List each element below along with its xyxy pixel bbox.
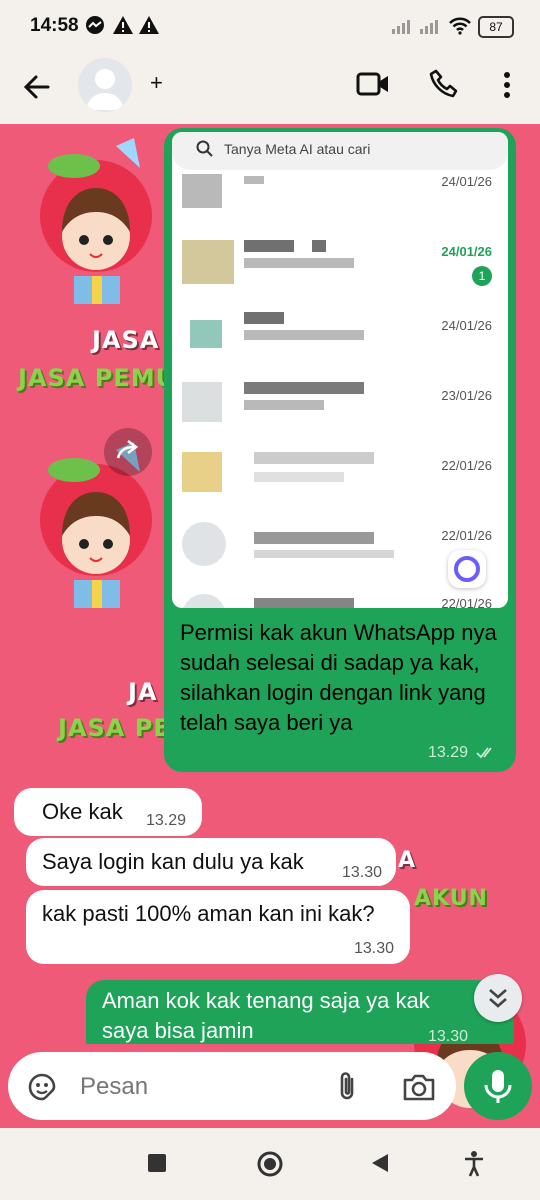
message-text: Permisi kak akun WhatsApp nya sudah sele…: [180, 620, 497, 735]
voice-call-icon[interactable]: [428, 68, 460, 100]
sticker-text: JASA PE: [58, 714, 171, 742]
double-chevron-down-icon: [489, 989, 507, 1008]
screenshot-search-bar: Tanya Meta AI atau cari: [172, 132, 508, 170]
sticker-text: A: [398, 848, 417, 873]
battery-icon: 87: [478, 16, 514, 38]
message-time: 13.29: [428, 744, 469, 761]
messenger-notification-icon: [86, 16, 104, 34]
attachment-icon[interactable]: [334, 1069, 360, 1103]
screenshot-chat-row: 24/01/26: [172, 302, 508, 372]
screenshot-chat-row: 23/01/26: [172, 372, 508, 442]
accessibility-icon[interactable]: [462, 1150, 486, 1178]
home-button[interactable]: [256, 1150, 284, 1178]
screenshot-chat-row: 24/01/26: [172, 168, 508, 238]
status-time: 14:58: [30, 15, 79, 36]
meta-ai-button: [448, 550, 486, 588]
search-icon: [196, 140, 213, 157]
outgoing-message[interactable]: Aman kok kak tenang saja ya kak saya bis…: [86, 980, 514, 1044]
warning-icon: [139, 16, 159, 34]
system-nav-bar: [0, 1128, 540, 1200]
forward-button[interactable]: [104, 428, 152, 476]
double-check-icon: [476, 747, 492, 759]
screenshot-chat-row: 22/01/26: [172, 442, 508, 512]
avatar: [182, 522, 226, 566]
microphone-icon: [484, 1070, 512, 1103]
message-time: 13.30: [428, 1028, 469, 1044]
voice-message-button[interactable]: [464, 1052, 532, 1120]
sticker-icon[interactable]: [26, 1071, 58, 1103]
message-input-bar[interactable]: [8, 1052, 456, 1120]
status-bar: 14:58 87: [0, 0, 540, 52]
sticker-image[interactable]: [26, 136, 166, 326]
message-text: Saya login kan dulu ya kak: [42, 849, 304, 874]
signal-icon: [392, 20, 410, 34]
sticker-text: AKUN: [414, 886, 488, 911]
scroll-to-bottom-button[interactable]: [474, 974, 522, 1022]
message-time: 13.29: [146, 812, 187, 829]
forward-icon: [116, 439, 139, 459]
unread-badge: 1: [472, 266, 492, 286]
incoming-message[interactable]: kak pasti 100% aman kan ini kak? 13.30: [26, 890, 410, 964]
attached-screenshot[interactable]: Tanya Meta AI atau cari 24/01/26 24/01/2…: [172, 132, 508, 608]
message-text: Oke kak: [42, 799, 123, 824]
warning-icon: [113, 16, 133, 34]
more-options-icon[interactable]: [500, 70, 514, 100]
screenshot-chat-row: 24/01/26 1: [172, 232, 508, 302]
message-input[interactable]: [78, 1066, 312, 1108]
screenshot-search-placeholder: Tanya Meta AI atau cari: [224, 141, 371, 157]
camera-icon[interactable]: [402, 1072, 436, 1102]
video-call-icon[interactable]: [356, 70, 390, 98]
screenshot-chat-row: 22/01/26: [172, 586, 508, 608]
incoming-message[interactable]: Oke kak 13.29: [14, 788, 202, 836]
back-button[interactable]: [370, 1152, 390, 1174]
back-arrow-icon[interactable]: [22, 72, 52, 102]
meta-ai-icon: [454, 556, 480, 582]
wifi-icon: [449, 17, 471, 35]
message-time: 13.30: [342, 864, 383, 881]
signal-icon: [420, 20, 438, 34]
incoming-message[interactable]: Saya login kan dulu ya kak 13.30: [26, 838, 396, 886]
sticker-text: JASA PEMU: [18, 364, 177, 392]
message-text: Aman kok kak tenang saja ya kak saya bis…: [102, 988, 430, 1043]
recent-apps-button[interactable]: [148, 1154, 166, 1172]
contact-name[interactable]: +: [150, 70, 163, 96]
screenshot-chat-row: 22/01/26: [172, 512, 508, 588]
sticker-text: JA: [128, 678, 158, 706]
sticker-text: JASA: [92, 326, 160, 354]
message-text: kak pasti 100% aman kan ini kak?: [42, 901, 375, 926]
chat-header: +: [0, 52, 540, 124]
avatar[interactable]: [78, 58, 132, 112]
message-time: 13.30: [354, 940, 395, 957]
